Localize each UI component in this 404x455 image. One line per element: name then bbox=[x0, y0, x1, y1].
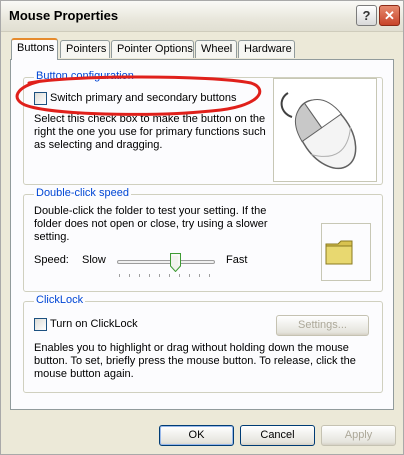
speed-slider-track[interactable] bbox=[117, 260, 215, 264]
mouse-properties-window: Mouse Properties ? ✕ Buttons Pointers Po… bbox=[0, 0, 404, 455]
slider-tick bbox=[189, 274, 190, 277]
turn-on-clicklock-label[interactable]: Turn on ClickLock bbox=[50, 318, 138, 331]
tab-pointer-options[interactable]: Pointer Options bbox=[111, 40, 194, 58]
folder-icon[interactable] bbox=[322, 224, 370, 280]
mouse-icon bbox=[280, 92, 357, 170]
clicklock-label: ClickLock bbox=[34, 294, 86, 306]
slider-tick bbox=[129, 274, 130, 277]
title-bar: Mouse Properties ? ✕ bbox=[1, 1, 403, 32]
fast-label: Fast bbox=[226, 254, 248, 266]
tab-pointers[interactable]: Pointers bbox=[60, 40, 110, 58]
speed-label: Speed: bbox=[34, 254, 69, 266]
clicklock-description: Enables you to highlight or drag without… bbox=[34, 342, 356, 380]
double-click-speed-label: Double-click speed bbox=[34, 187, 131, 199]
slider-tick bbox=[149, 274, 150, 277]
turn-on-clicklock-checkbox[interactable] bbox=[34, 318, 47, 331]
speed-slider-thumb[interactable] bbox=[170, 253, 181, 272]
cancel-button[interactable]: Cancel bbox=[240, 425, 315, 446]
tab-wheel[interactable]: Wheel bbox=[195, 40, 237, 58]
slider-tick bbox=[179, 274, 180, 277]
window-title: Mouse Properties bbox=[9, 8, 119, 23]
slider-tick bbox=[209, 274, 210, 277]
tab-hardware[interactable]: Hardware bbox=[238, 40, 295, 58]
tab-buttons[interactable]: Buttons bbox=[11, 38, 58, 60]
slow-label: Slow bbox=[82, 254, 106, 266]
double-click-description: Double-click the folder to test your set… bbox=[34, 205, 268, 243]
switch-buttons-description: Select this check box to make the button… bbox=[34, 113, 266, 151]
help-button[interactable]: ? bbox=[356, 5, 377, 26]
test-folder-area[interactable] bbox=[321, 223, 371, 281]
slider-tick bbox=[119, 274, 120, 277]
slider-tick bbox=[159, 274, 160, 277]
clicklock-settings-button[interactable]: Settings... bbox=[276, 315, 369, 336]
close-button[interactable]: ✕ bbox=[379, 5, 400, 26]
annotation-ellipse bbox=[15, 75, 262, 116]
slider-tick bbox=[139, 274, 140, 277]
ok-button[interactable]: OK bbox=[159, 425, 234, 446]
apply-button[interactable]: Apply bbox=[321, 425, 396, 446]
mouse-illustration bbox=[273, 78, 377, 182]
slider-tick bbox=[169, 274, 170, 277]
slider-tick bbox=[199, 274, 200, 277]
